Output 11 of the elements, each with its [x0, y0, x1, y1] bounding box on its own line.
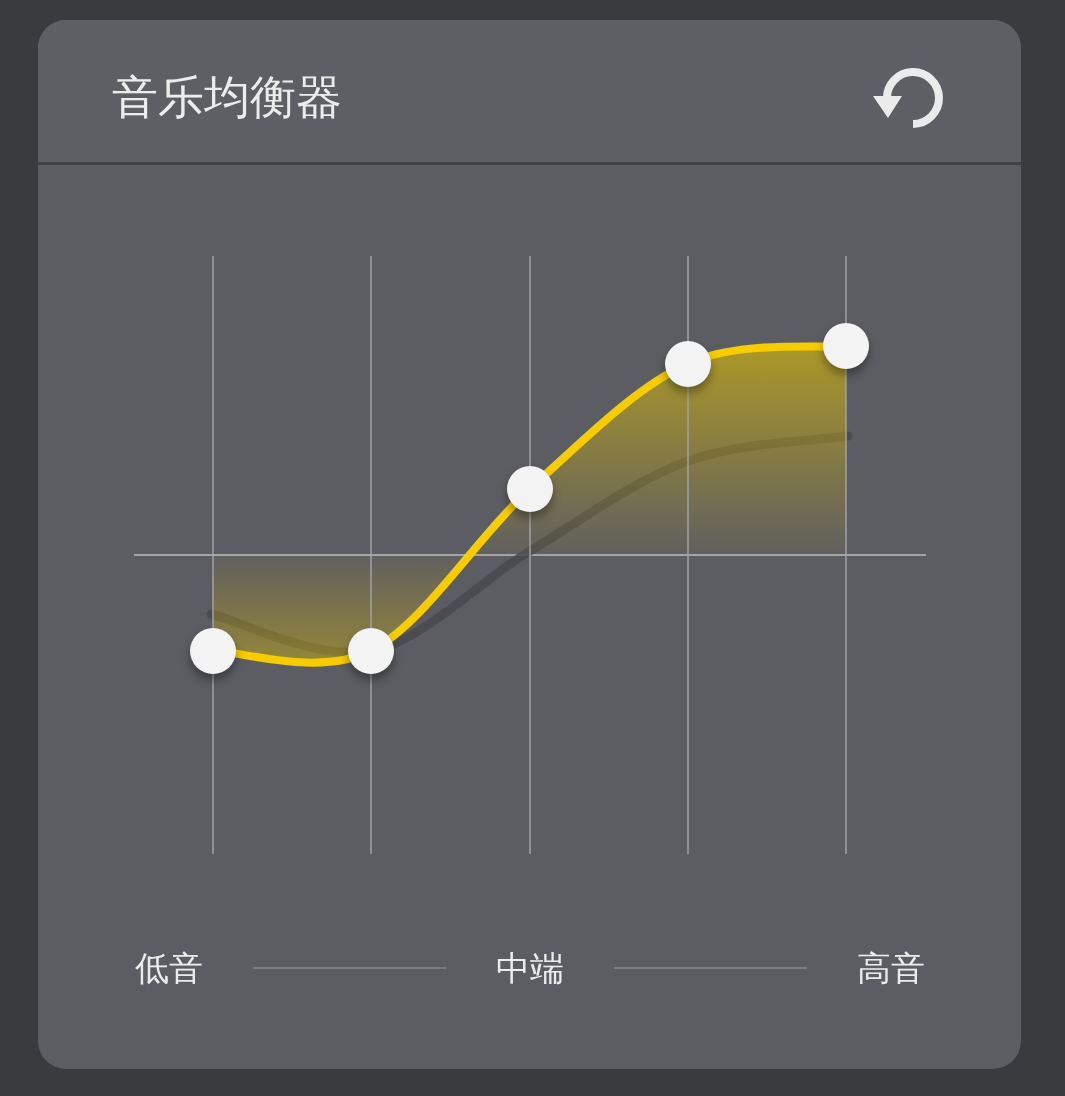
- slider-thumb[interactable]: [190, 627, 236, 674]
- reset-button[interactable]: [873, 68, 943, 128]
- slider-thumb[interactable]: [664, 340, 711, 387]
- reset-icon: [873, 68, 943, 128]
- range-label: 高音: [857, 947, 925, 989]
- range-label: 中端: [496, 947, 564, 989]
- slider-thumb[interactable]: [506, 466, 553, 513]
- range-label: 低音: [135, 947, 203, 989]
- slider-thumb[interactable]: [348, 627, 395, 674]
- card-title: 音乐均衡器: [112, 70, 342, 126]
- slider-thumb[interactable]: [823, 322, 869, 369]
